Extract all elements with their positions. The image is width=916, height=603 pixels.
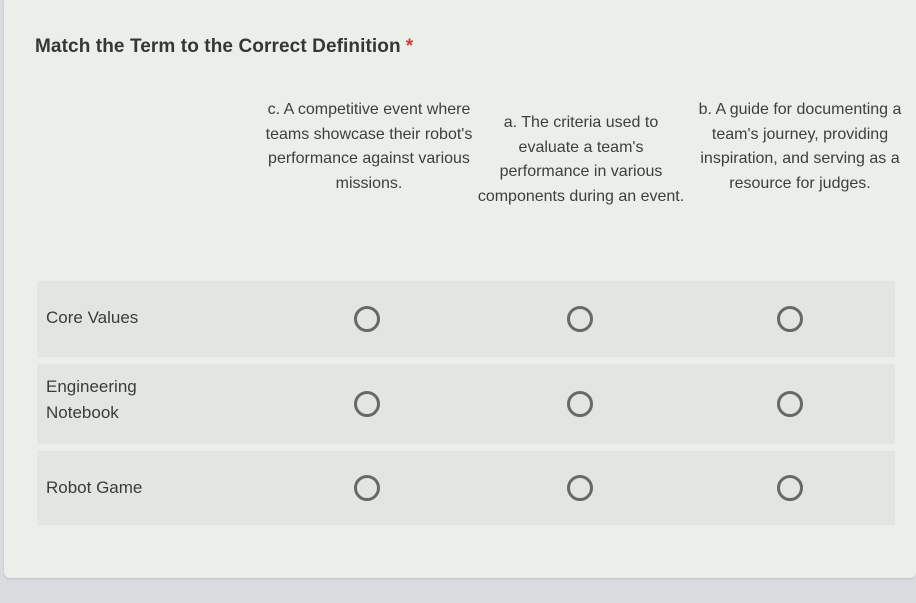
- grid-row-engineering-notebook: Engineering Notebook: [37, 364, 895, 444]
- grid-row-core-values: Core Values: [37, 281, 895, 357]
- radio-robot-game-c[interactable]: [354, 475, 380, 501]
- radio-robot-game-a[interactable]: [567, 475, 593, 501]
- grid-row-robot-game: Robot Game: [37, 451, 895, 525]
- question-title: Match the Term to the Correct Definition…: [35, 36, 413, 58]
- radio-core-values-b[interactable]: [777, 306, 803, 332]
- radio-engineering-notebook-b[interactable]: [777, 391, 803, 417]
- required-asterisk: *: [405, 36, 414, 57]
- radio-core-values-a[interactable]: [567, 306, 593, 332]
- row-label: Core Values: [46, 308, 139, 327]
- radio-engineering-notebook-c[interactable]: [354, 391, 380, 417]
- row-label: Engineering Notebook: [46, 377, 137, 422]
- column-header-b: b. A guide for documenting a team's jour…: [698, 101, 902, 192]
- radio-engineering-notebook-a[interactable]: [567, 391, 593, 417]
- question-title-text: Match the Term to the Correct Definition: [35, 36, 401, 57]
- column-header-a: a. The criteria used to evaluate a team'…: [477, 114, 685, 205]
- column-header-c: c. A competitive event where teams showc…: [265, 101, 473, 192]
- radio-core-values-c[interactable]: [354, 306, 380, 332]
- row-label: Robot Game: [46, 478, 143, 497]
- radio-robot-game-b[interactable]: [777, 475, 803, 501]
